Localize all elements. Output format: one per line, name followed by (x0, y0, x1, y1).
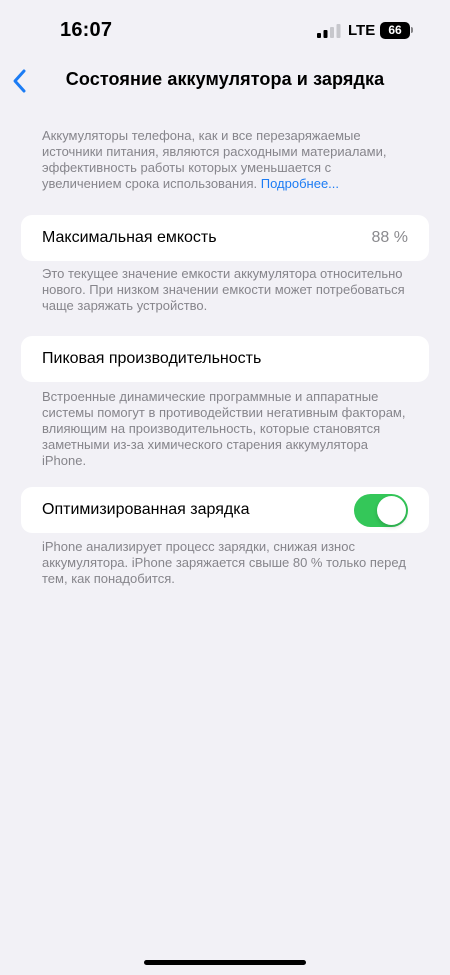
max-capacity-value: 88 % (371, 229, 408, 246)
max-capacity-label: Максимальная емкость (42, 229, 217, 246)
optimized-charging-label: Оптимизированная зарядка (42, 501, 250, 518)
nav-bar: Состояние аккумулятора и зарядка (0, 60, 450, 102)
battery-level: 66 (388, 23, 402, 37)
peak-performance-footnote: Встроенные динамические программные и ап… (42, 389, 406, 468)
optimized-charging-toggle[interactable] (354, 494, 408, 527)
optimized-charging-row: Оптимизированная зарядка (21, 487, 429, 533)
max-capacity-footnote: Это текущее значение емкости аккумулятор… (42, 266, 405, 313)
learn-more-link[interactable]: Подробнее... (261, 176, 339, 191)
toggle-knob (377, 496, 406, 525)
battery-health-screen: 16:07 LTE 66 Состояние аккумулятора и за… (0, 0, 450, 975)
cellular-signal-icon (317, 24, 341, 38)
max-capacity-row: Максимальная емкость 88 % (21, 215, 429, 261)
battery-cap (411, 27, 413, 33)
intro-text: Аккумуляторы телефона, как и все перезар… (42, 128, 412, 192)
peak-performance-label: Пиковая производительность (42, 350, 262, 367)
status-bar: 16:07 LTE 66 (0, 0, 450, 60)
status-time: 16:07 (60, 19, 113, 41)
network-type: LTE (348, 22, 376, 39)
home-indicator[interactable] (144, 960, 306, 965)
page-title: Состояние аккумулятора и зарядка (65, 69, 385, 89)
optimized-charging-footnote: iPhone анализирует процесс зарядки, сниж… (42, 539, 406, 586)
peak-performance-row: Пиковая производительность (21, 336, 429, 382)
battery-icon: 66 (380, 22, 410, 39)
